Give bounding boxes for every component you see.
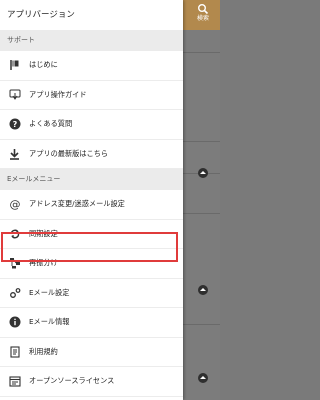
expand-up-icon[interactable] bbox=[198, 285, 208, 295]
list-divider bbox=[183, 324, 220, 325]
menu-item-getting-started[interactable]: はじめに bbox=[0, 51, 183, 81]
list-divider bbox=[183, 213, 220, 214]
search-label: 検索 bbox=[196, 15, 209, 22]
list-divider bbox=[183, 141, 220, 142]
info-icon bbox=[8, 316, 21, 329]
menu-item-address-change[interactable]: @ アドレス変更/迷惑メール設定 bbox=[0, 190, 183, 220]
menu-item-app-guide[interactable]: アプリ操作ガイド bbox=[0, 81, 183, 110]
menu-item-label: はじめに bbox=[29, 60, 58, 70]
drawer-title: アプリバージョン bbox=[7, 10, 75, 20]
menu-item-label: 利用規約 bbox=[29, 346, 58, 356]
section-header-email-menu: Eメールメニュー bbox=[0, 169, 183, 190]
question-icon: ? bbox=[8, 118, 21, 131]
expand-up-icon[interactable] bbox=[198, 373, 208, 383]
download-icon bbox=[8, 147, 21, 160]
navigation-drawer: アプリバージョン サポート はじめに アプリ操作ガイド ? よくある質問 アプリ… bbox=[0, 0, 183, 400]
menu-item-email-settings[interactable]: Eメール設定 bbox=[0, 279, 183, 308]
menu-item-email-info[interactable]: Eメール情報 bbox=[0, 308, 183, 338]
svg-text:?: ? bbox=[12, 120, 17, 129]
list-divider bbox=[183, 52, 220, 53]
section-header-support: サポート bbox=[0, 30, 183, 51]
menu-item-faq[interactable]: ? よくある質問 bbox=[0, 110, 183, 140]
mail-list-background bbox=[183, 30, 220, 400]
menu-item-label: アプリ操作ガイド bbox=[29, 89, 87, 99]
menu-item-latest-version[interactable]: アプリの最新版はこちら bbox=[0, 140, 183, 169]
settings-icon bbox=[8, 286, 21, 299]
expand-up-icon[interactable] bbox=[198, 168, 208, 178]
highlight-box bbox=[1, 232, 178, 262]
flag-icon bbox=[8, 59, 21, 72]
menu-item-label: Eメール設定 bbox=[29, 287, 70, 297]
tap-guide-icon bbox=[8, 88, 21, 101]
license-icon bbox=[8, 375, 21, 388]
menu-item-label: Eメール情報 bbox=[29, 317, 70, 327]
menu-item-terms[interactable]: 利用規約 bbox=[0, 338, 183, 367]
search-icon bbox=[198, 4, 209, 15]
svg-text:@: @ bbox=[9, 198, 20, 210]
search-button[interactable]: 検索 bbox=[191, 3, 215, 29]
menu-item-label: アドレス変更/迷惑メール設定 bbox=[29, 199, 125, 209]
menu-item-label: アプリの最新版はこちら bbox=[29, 148, 109, 158]
document-icon bbox=[8, 345, 21, 358]
menu-item-label: オープンソースライセンス bbox=[29, 376, 115, 386]
at-sign-icon: @ bbox=[8, 198, 21, 211]
menu-item-oss-license[interactable]: オープンソースライセンス bbox=[0, 367, 183, 397]
menu-item-label: よくある質問 bbox=[29, 119, 73, 129]
